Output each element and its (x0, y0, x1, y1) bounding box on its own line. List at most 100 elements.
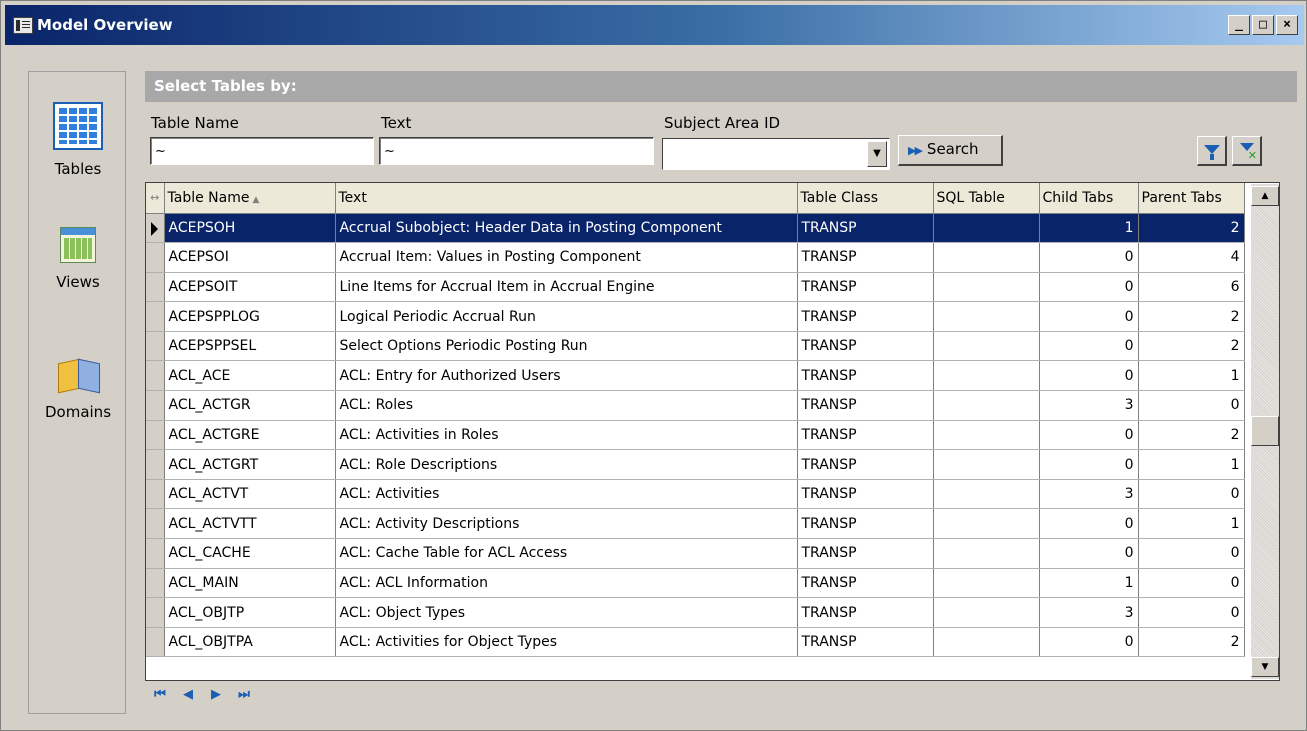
row-selector[interactable] (146, 390, 165, 421)
nav-item-tables[interactable]: Tables (29, 102, 127, 178)
table-row[interactable]: ACL_ACTVTT ACL: Activity Descriptions TRAN… (146, 508, 1245, 540)
cell-table-name[interactable]: ACEPSOI (164, 242, 336, 273)
cell-table-class[interactable]: TRANSP (797, 597, 934, 628)
cell-parent-tabs[interactable]: 1 (1138, 449, 1245, 480)
cell-parent-tabs[interactable]: 2 (1138, 627, 1245, 658)
cell-parent-tabs[interactable]: 2 (1138, 301, 1245, 332)
table-row[interactable]: ACL_OBJTPA ACL: Activities for Object Typ… (146, 627, 1245, 658)
cell-text[interactable]: ACL: Activity Descriptions (335, 508, 798, 540)
cell-table-class[interactable]: TRANSP (797, 213, 934, 244)
row-selector[interactable] (146, 301, 165, 332)
cell-child-tabs[interactable]: 0 (1039, 301, 1139, 332)
row-selector[interactable] (146, 213, 165, 244)
cell-table-class[interactable]: TRANSP (797, 301, 934, 332)
nav-item-views[interactable]: Views (29, 227, 127, 291)
cell-text[interactable]: Accrual Subobject: Header Data in Postin… (335, 213, 798, 244)
cell-table-class[interactable]: TRANSP (797, 568, 934, 599)
cell-text[interactable]: Line Items for Accrual Item in Accrual E… (335, 272, 798, 303)
cell-child-tabs[interactable]: 1 (1039, 568, 1139, 599)
cell-sql-table[interactable] (933, 627, 1040, 658)
table-row[interactable]: ACL_ACTGRE ACL: Activities in Roles TRANSP… (146, 420, 1245, 451)
row-selector[interactable] (146, 479, 165, 510)
column-header-child-tabs[interactable]: Child Tabs (1039, 183, 1139, 214)
last-page-icon[interactable]: ⏭ (237, 687, 251, 702)
cell-table-name[interactable]: ACL_ACTGRT (164, 449, 336, 480)
cell-parent-tabs[interactable]: 2 (1138, 213, 1245, 244)
chevron-down-icon[interactable]: ▼ (867, 141, 887, 167)
cell-child-tabs[interactable]: 0 (1039, 508, 1139, 540)
cell-sql-table[interactable] (933, 390, 1040, 421)
table-name-input[interactable] (150, 137, 374, 165)
column-header-sql-table[interactable]: SQL Table (933, 183, 1040, 214)
cell-text[interactable]: ACL: Role Descriptions (335, 449, 798, 480)
cell-table-class[interactable]: TRANSP (797, 331, 934, 362)
cell-text[interactable]: ACL: Roles (335, 390, 798, 421)
cell-table-class[interactable]: TRANSP (797, 508, 934, 540)
title-bar[interactable]: Model Overview _ □ × (5, 5, 1304, 45)
table-row[interactable]: ACL_CACHE ACL: Cache Table for ACL Access… (146, 538, 1245, 569)
cell-sql-table[interactable] (933, 597, 1040, 628)
cell-table-class[interactable]: TRANSP (797, 272, 934, 303)
row-selector[interactable] (146, 568, 165, 599)
filter-button[interactable] (1197, 136, 1227, 166)
cell-parent-tabs[interactable]: 6 (1138, 272, 1245, 303)
cell-text[interactable]: ACL: Activities (335, 479, 798, 510)
cell-table-class[interactable]: TRANSP (797, 479, 934, 510)
cell-parent-tabs[interactable]: 1 (1138, 360, 1245, 392)
cell-text[interactable]: ACL: Cache Table for ACL Access (335, 538, 798, 569)
cell-table-name[interactable]: ACL_ACTVTT (164, 508, 336, 540)
clear-filter-button[interactable]: ✕ (1232, 136, 1262, 166)
cell-sql-table[interactable] (933, 449, 1040, 480)
table-row[interactable]: ACL_ACTGRT ACL: Role Descriptions TRANSP 0 1 (146, 449, 1245, 480)
cell-text[interactable]: ACL: Entry for Authorized Users (335, 360, 798, 392)
table-row[interactable]: ACEPSPPLOG Logical Periodic Accrual Run TR… (146, 301, 1245, 332)
column-header-table-class[interactable]: Table Class (797, 183, 934, 214)
row-selector[interactable] (146, 242, 165, 273)
cell-table-name[interactable]: ACEPSPPLOG (164, 301, 336, 332)
table-row[interactable]: ACL_ACTGR ACL: Roles TRANSP 3 0 (146, 390, 1245, 421)
cell-table-name[interactable]: ACEPSOH (164, 213, 336, 244)
cell-parent-tabs[interactable]: 2 (1138, 331, 1245, 362)
cell-child-tabs[interactable]: 0 (1039, 360, 1139, 392)
vertical-scrollbar[interactable]: ▲ ▼ (1251, 184, 1279, 679)
column-header-parent-tabs[interactable]: Parent Tabs (1138, 183, 1245, 214)
cell-table-class[interactable]: TRANSP (797, 242, 934, 273)
cell-child-tabs[interactable]: 0 (1039, 449, 1139, 480)
cell-child-tabs[interactable]: 1 (1039, 213, 1139, 244)
cell-sql-table[interactable] (933, 538, 1040, 569)
cell-child-tabs[interactable]: 0 (1039, 331, 1139, 362)
cell-table-class[interactable]: TRANSP (797, 449, 934, 480)
cell-text[interactable]: ACL: Activities in Roles (335, 420, 798, 451)
cell-table-class[interactable]: TRANSP (797, 627, 934, 658)
table-row[interactable]: ACEPSOIT Line Items for Accrual Item in A… (146, 272, 1245, 303)
cell-table-name[interactable]: ACEPSPPSEL (164, 331, 336, 362)
table-row[interactable]: ACEPSOH Accrual Subobject: Header Data in… (146, 213, 1245, 244)
cell-table-class[interactable]: TRANSP (797, 390, 934, 421)
row-selector[interactable] (146, 627, 165, 658)
cell-table-name[interactable]: ACL_CACHE (164, 538, 336, 569)
cell-sql-table[interactable] (933, 242, 1040, 273)
first-page-icon[interactable]: ⏮ (153, 687, 167, 702)
cell-table-class[interactable]: TRANSP (797, 538, 934, 569)
cell-child-tabs[interactable]: 3 (1039, 597, 1139, 628)
column-header-text[interactable]: Text (335, 183, 798, 214)
cell-table-name[interactable]: ACEPSOIT (164, 272, 336, 303)
table-row[interactable]: ACL_ACTVT ACL: Activities TRANSP 3 0 (146, 479, 1245, 510)
row-selector[interactable] (146, 360, 165, 392)
cell-text[interactable]: ACL: Activities for Object Types (335, 627, 798, 658)
cell-table-name[interactable]: ACL_OBJTPA (164, 627, 336, 658)
row-selector[interactable] (146, 449, 165, 480)
cell-sql-table[interactable] (933, 508, 1040, 540)
cell-parent-tabs[interactable]: 0 (1138, 597, 1245, 628)
cell-sql-table[interactable] (933, 360, 1040, 392)
close-button[interactable]: × (1276, 15, 1298, 35)
row-resize-icon[interactable]: ↔ (146, 183, 165, 214)
row-selector[interactable] (146, 597, 165, 628)
cell-parent-tabs[interactable]: 0 (1138, 538, 1245, 569)
subject-area-select[interactable]: ▼ (662, 138, 890, 170)
table-row[interactable]: ACEPSPPSEL Select Options Periodic Postin… (146, 331, 1245, 362)
cell-parent-tabs[interactable]: 1 (1138, 508, 1245, 540)
cell-sql-table[interactable] (933, 420, 1040, 451)
cell-table-class[interactable]: TRANSP (797, 420, 934, 451)
cell-child-tabs[interactable]: 0 (1039, 272, 1139, 303)
